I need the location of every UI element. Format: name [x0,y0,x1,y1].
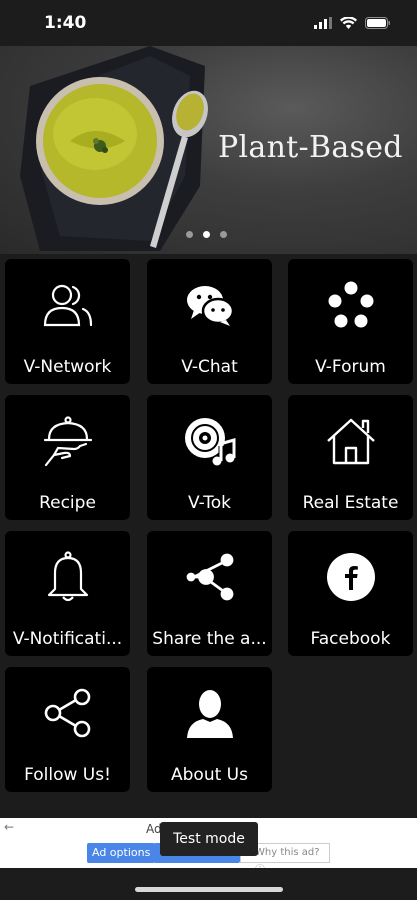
status-icons [314,14,391,33]
home-area [0,868,417,900]
facebook-icon [288,549,413,605]
battery-icon [365,14,391,33]
status-bar: 1:40 [0,0,417,46]
home-indicator[interactable] [135,887,283,892]
tile-label: V-Tok [188,493,231,513]
tile-recipe[interactable]: Recipe [5,395,130,520]
tile-label: Real Estate [302,493,399,513]
tile-label: Follow Us! [24,765,111,785]
tile-share-app[interactable]: Share the a... [147,531,272,656]
test-mode-toast: Test mode [160,822,258,856]
chat-bubbles-icon [147,277,272,333]
tile-about-us[interactable]: About Us [147,667,272,792]
tile-v-forum[interactable]: V-Forum [288,259,413,384]
tile-label: V-Network [23,357,112,377]
share-outline-icon [5,685,130,741]
carousel-dot-active[interactable] [203,231,210,238]
dots-cluster-icon [288,277,413,333]
tile-real-estate[interactable]: Real Estate [288,395,413,520]
tile-follow-us[interactable]: Follow Us! [5,667,130,792]
signal-icon [314,14,332,33]
carousel-dot[interactable] [186,231,193,238]
tile-label: V-Chat [181,357,238,377]
carousel-dot[interactable] [220,231,227,238]
tile-label: Facebook [310,629,391,649]
carousel-dots[interactable] [186,231,227,238]
tile-v-chat[interactable]: V-Chat [147,259,272,384]
tile-label: V-Forum [315,357,386,377]
music-disc-icon [147,413,272,469]
person-icon [147,685,272,741]
tile-v-tok[interactable]: V-Tok [147,395,272,520]
ad-back-arrow-icon[interactable]: ← [4,820,14,834]
house-icon [288,413,413,469]
serving-cloche-icon [5,413,130,469]
tile-v-notifications[interactable]: V-Notificati... [5,531,130,656]
tile-label: V-Notificati... [12,629,123,649]
tile-label: Recipe [39,493,96,513]
bell-icon [5,549,130,605]
tile-label: Share the a... [152,629,267,649]
tile-facebook[interactable]: Facebook [288,531,413,656]
banner-title: Plant-Based [218,130,403,165]
wifi-icon [340,14,357,33]
people-icon [5,277,130,333]
status-time: 1:40 [44,13,87,33]
tile-v-network[interactable]: V-Network [5,259,130,384]
tile-label: About Us [171,765,248,785]
share-icon [147,549,272,605]
ad-options-button[interactable]: Ad options [87,843,156,863]
banner-carousel[interactable]: Plant-Based [0,46,417,254]
